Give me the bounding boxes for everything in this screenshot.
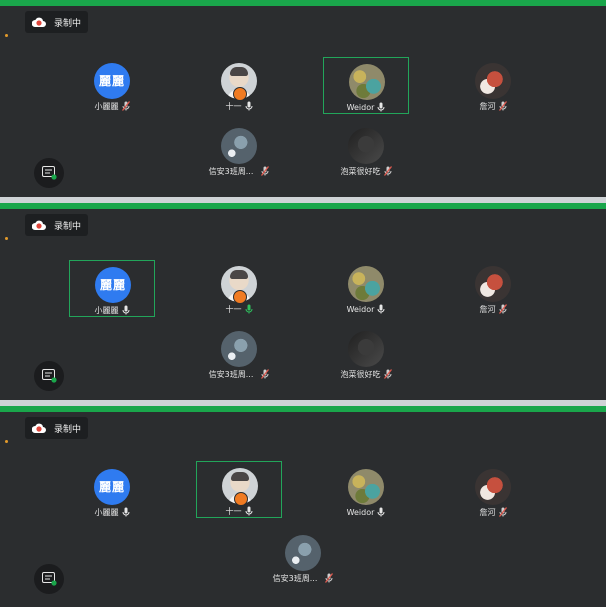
participant-tile[interactable]: 泡菜很好吃 bbox=[323, 122, 409, 179]
cloud-record-icon bbox=[32, 423, 46, 433]
muted-mic-icon bbox=[498, 304, 507, 314]
avatar bbox=[475, 469, 511, 505]
mic-icon bbox=[245, 101, 252, 111]
participant-name: 詹河 bbox=[479, 508, 496, 517]
avatar bbox=[475, 266, 511, 302]
recording-label: 录制中 bbox=[54, 19, 82, 29]
meeting-top-bar bbox=[0, 0, 606, 6]
chat-bubble-icon bbox=[42, 572, 57, 586]
status-dot bbox=[5, 34, 8, 37]
participant-name: 詹河 bbox=[479, 102, 496, 111]
avatar bbox=[475, 63, 511, 99]
cloud-record-icon bbox=[32, 220, 46, 230]
muted-mic-icon bbox=[261, 369, 270, 379]
participant-name: 十一 bbox=[225, 102, 242, 111]
participant-tile-active[interactable]: 十一 bbox=[196, 461, 282, 518]
participant-name: 小麗麗 bbox=[94, 306, 119, 315]
muted-mic-icon bbox=[261, 166, 270, 176]
chat-bubble-icon bbox=[42, 369, 57, 383]
participant-tile[interactable]: 麗麗 小麗麗 bbox=[69, 57, 155, 114]
participant-name: 詹河 bbox=[479, 305, 496, 314]
participant-tile[interactable]: 信安3班周... bbox=[196, 325, 282, 382]
host-badge bbox=[233, 290, 247, 304]
avatar: 麗麗 bbox=[94, 63, 130, 99]
participant-tile[interactable]: 泡菜很好吃 bbox=[323, 325, 409, 382]
participant-tile[interactable]: 麗麗 小麗麗 bbox=[69, 463, 155, 520]
participant-tile[interactable]: 十一 bbox=[196, 57, 282, 114]
avatar: 麗麗 bbox=[94, 469, 130, 505]
avatar bbox=[348, 128, 384, 164]
avatar bbox=[348, 331, 384, 367]
chat-bubble-icon bbox=[42, 166, 57, 180]
avatar bbox=[349, 64, 385, 100]
muted-mic-icon bbox=[383, 166, 392, 176]
participant-name: 信安3班周... bbox=[208, 167, 254, 176]
participant-name: 信安3班周... bbox=[272, 574, 318, 583]
chat-button[interactable] bbox=[34, 361, 64, 391]
participant-tile[interactable]: 信安3班周... bbox=[196, 122, 282, 179]
participant-tile[interactable]: 信安3班周... bbox=[260, 529, 346, 586]
avatar bbox=[221, 331, 257, 367]
mic-icon bbox=[122, 305, 129, 315]
avatar: 麗麗 bbox=[95, 267, 131, 303]
participant-name: 十一 bbox=[225, 507, 242, 516]
participant-tile-active[interactable]: Weidor bbox=[323, 57, 409, 114]
mic-icon bbox=[245, 506, 252, 516]
muted-mic-icon bbox=[383, 369, 392, 379]
participant-name: 小麗麗 bbox=[94, 508, 119, 517]
participant-tile[interactable]: 十一 bbox=[196, 260, 282, 317]
recording-indicator[interactable]: 录制中 bbox=[25, 11, 88, 33]
recording-indicator[interactable]: 录制中 bbox=[25, 214, 88, 236]
participant-name: 泡菜很好吃 bbox=[340, 167, 381, 176]
host-badge bbox=[234, 492, 248, 506]
meeting-top-bar bbox=[0, 203, 606, 209]
muted-mic-icon bbox=[325, 573, 334, 583]
meeting-top-bar bbox=[0, 406, 606, 412]
recording-label: 录制中 bbox=[54, 222, 82, 232]
recording-indicator[interactable]: 录制中 bbox=[25, 417, 88, 439]
participant-tile[interactable]: 詹河 bbox=[450, 57, 536, 114]
participant-name: 泡菜很好吃 bbox=[340, 370, 381, 379]
participant-tile[interactable]: 詹河 bbox=[450, 463, 536, 520]
status-dot bbox=[5, 237, 8, 240]
avatar bbox=[221, 128, 257, 164]
mic-icon bbox=[377, 304, 385, 314]
participant-tile[interactable]: Weidor bbox=[323, 260, 409, 317]
participant-name: 小麗麗 bbox=[94, 102, 119, 111]
mic-icon bbox=[377, 507, 385, 517]
host-badge bbox=[233, 87, 247, 101]
chat-button[interactable] bbox=[34, 158, 64, 188]
mic-icon bbox=[377, 102, 385, 112]
status-dot bbox=[5, 440, 8, 443]
muted-mic-icon bbox=[498, 101, 507, 111]
muted-mic-icon bbox=[121, 101, 130, 111]
cloud-record-icon bbox=[32, 17, 46, 27]
avatar bbox=[348, 266, 384, 302]
participant-name: Weidor bbox=[346, 103, 375, 112]
meeting-frame-3: 录制中 麗麗 小麗麗 十一 Weidor 詹河 信安3班周... bbox=[0, 406, 606, 607]
participant-tile-active[interactable]: 麗麗 小麗麗 bbox=[69, 260, 155, 317]
meeting-frame-2: 录制中 麗麗 小麗麗 十一 Weidor 詹河 信安3班周... 泡菜很好吃 bbox=[0, 203, 606, 400]
participant-name: 十一 bbox=[225, 305, 242, 314]
avatar bbox=[285, 535, 321, 571]
participant-name: Weidor bbox=[346, 508, 375, 517]
chat-button[interactable] bbox=[34, 564, 64, 594]
participant-tile[interactable]: Weidor bbox=[323, 463, 409, 520]
participant-name: 信安3班周... bbox=[208, 370, 254, 379]
participant-name: Weidor bbox=[346, 305, 375, 314]
avatar bbox=[348, 469, 384, 505]
recording-label: 录制中 bbox=[54, 425, 82, 435]
muted-mic-icon bbox=[498, 507, 507, 517]
meeting-frame-1: 录制中 麗麗 小麗麗 十一 Weidor 詹河 信安3班周... 泡菜很好吃 bbox=[0, 0, 606, 197]
mic-speaking-icon bbox=[245, 304, 252, 314]
participant-tile[interactable]: 詹河 bbox=[450, 260, 536, 317]
mic-icon bbox=[122, 507, 129, 517]
